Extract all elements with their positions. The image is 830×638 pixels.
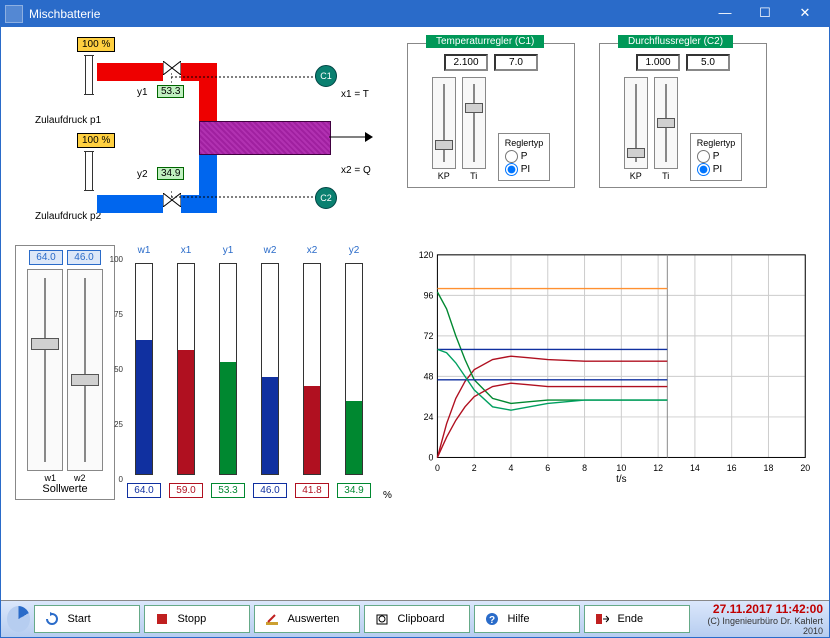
clipboard-button[interactable]: Clipboard	[364, 605, 470, 633]
trend-plot: 02468101214161820024487296120t/s	[402, 245, 815, 488]
c1-radio-pi[interactable]: PI	[505, 163, 544, 176]
control-lines	[171, 73, 331, 203]
p1-percent-badge: 100 %	[77, 37, 115, 52]
sollwert-w2-slider[interactable]	[67, 269, 103, 471]
p1-scale	[85, 55, 93, 95]
titlebar[interactable]: Mischbatterie — ☐ ✕	[1, 1, 829, 27]
c1-ti-slider[interactable]	[462, 77, 486, 169]
c2-reglertyp-box: Reglertyp P PI	[690, 133, 743, 181]
svg-text:0: 0	[428, 452, 433, 462]
x2-eq-label: x2 = Q	[341, 165, 371, 176]
c1-reglertyp-box: Reglertyp P PI	[498, 133, 551, 181]
maximize-button[interactable]: ☐	[745, 4, 785, 24]
svg-text:120: 120	[419, 250, 434, 260]
bar-y1: y1 53.3	[209, 245, 247, 498]
process-schematic: 100 % Zulaufdruck p1 100 % Zulaufdruck p…	[15, 37, 385, 237]
svg-text:t/s: t/s	[616, 474, 626, 485]
p1-label: Zulaufdruck p1	[35, 115, 101, 126]
y1-label: y1	[137, 87, 148, 98]
svg-text:12: 12	[653, 463, 663, 473]
bar-x1: x1 59.0	[167, 245, 205, 498]
close-button[interactable]: ✕	[785, 4, 825, 24]
svg-text:2: 2	[472, 463, 477, 473]
svg-text:0: 0	[435, 463, 440, 473]
svg-text:72: 72	[424, 331, 434, 341]
c2-bubble: C2	[315, 187, 337, 209]
p2-percent-badge: 100 %	[77, 133, 115, 148]
svg-text:10: 10	[616, 463, 626, 473]
sollwert-w2-value[interactable]: 46.0	[67, 250, 101, 265]
svg-text:18: 18	[763, 463, 773, 473]
datetime-display: 27.11.2017 11:42:00	[698, 602, 823, 616]
sollwerte-panel: 64.0 46.0 w1w2 Sollwerte	[15, 245, 115, 500]
svg-text:4: 4	[508, 463, 513, 473]
busy-icon	[7, 606, 30, 632]
svg-text:96: 96	[424, 290, 434, 300]
bar-indicators: w1 1007550250 64.0x1 59.0y1 53.3w2 46.0x…	[125, 245, 373, 498]
svg-text:6: 6	[545, 463, 550, 473]
c2-title: Durchflussregler (C2)	[618, 35, 733, 48]
bar-x2: x2 41.8	[293, 245, 331, 498]
c2-kp-slider[interactable]	[624, 77, 648, 169]
c2-kp-value[interactable]: 1.000	[636, 54, 680, 71]
c1-bubble: C1	[315, 65, 337, 87]
stopp-button[interactable]: Stopp	[144, 605, 250, 633]
svg-text:20: 20	[800, 463, 810, 473]
c1-kp-value[interactable]: 2.100	[444, 54, 488, 71]
c2-ti-slider[interactable]	[654, 77, 678, 169]
svg-text:16: 16	[727, 463, 737, 473]
bar-y2: y2 34.9	[335, 245, 373, 498]
sollwerte-title: Sollwerte	[42, 483, 87, 495]
auswerten-button[interactable]: Auswerten	[254, 605, 360, 633]
window-title: Mischbatterie	[29, 7, 100, 21]
svg-text:8: 8	[582, 463, 587, 473]
c1-ti-value[interactable]: 7.0	[494, 54, 538, 71]
svg-text:48: 48	[424, 371, 434, 381]
bottom-toolbar: Start Stopp Auswerten Clipboard ?Hilfe E…	[1, 600, 829, 637]
sollwert-w1-value[interactable]: 64.0	[29, 250, 63, 265]
c1-title: Temperaturregler (C1)	[426, 35, 544, 48]
svg-text:14: 14	[690, 463, 700, 473]
bar-w2: w2 46.0	[251, 245, 289, 498]
start-button[interactable]: Start	[34, 605, 140, 633]
controller-c1-panel: Temperaturregler (C1) 2.100 7.0 KP Ti	[407, 43, 575, 188]
bar-w1: w1 1007550250 64.0	[125, 245, 163, 498]
minimize-button[interactable]: —	[705, 4, 745, 24]
copyright-label: (C) Ingenieurbüro Dr. Kahlert 2010	[698, 616, 823, 636]
sollwert-w1-slider[interactable]	[27, 269, 63, 471]
ende-button[interactable]: Ende	[584, 605, 690, 633]
c2-radio-p[interactable]: P	[697, 150, 736, 163]
controller-c2-panel: Durchflussregler (C2) 1.000 5.0 KP Ti	[599, 43, 767, 188]
svg-text:24: 24	[424, 412, 434, 422]
svg-text:?: ?	[489, 615, 495, 626]
x1-eq-label: x1 = T	[341, 89, 369, 100]
y2-label: y2	[137, 169, 148, 180]
c2-ti-value[interactable]: 5.0	[686, 54, 730, 71]
p2-scale	[85, 151, 93, 191]
footer-info: 27.11.2017 11:42:00 (C) Ingenieurbüro Dr…	[698, 602, 823, 636]
hilfe-button[interactable]: ?Hilfe	[474, 605, 580, 633]
c2-radio-pi[interactable]: PI	[697, 163, 736, 176]
c1-kp-slider[interactable]	[432, 77, 456, 169]
app-icon	[5, 5, 23, 23]
app-window: Mischbatterie — ☐ ✕ 100 % Zulaufdruck p1…	[0, 0, 830, 638]
p2-label: Zulaufdruck p2	[35, 211, 101, 222]
c1-radio-p[interactable]: P	[505, 150, 544, 163]
